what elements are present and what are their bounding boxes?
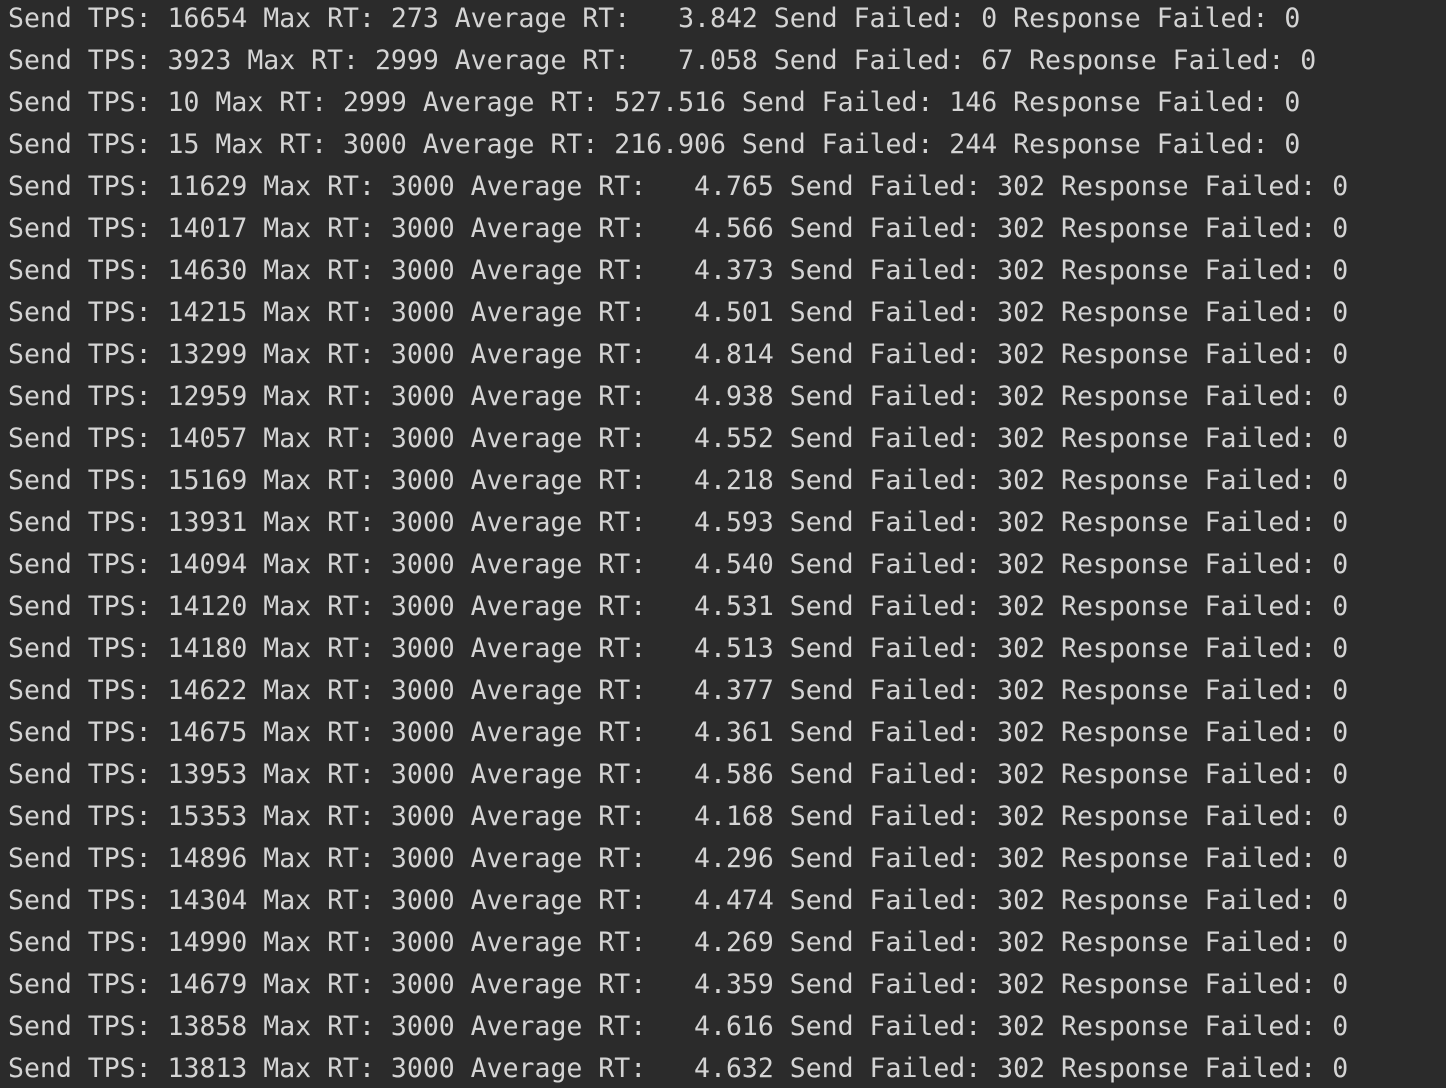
log-line: Send TPS: 14057 Max RT: 3000 Average RT:… [8,423,1349,454]
log-line: Send TPS: 16654 Max RT: 273 Average RT: … [8,3,1301,34]
log-line: Send TPS: 10 Max RT: 2999 Average RT: 52… [8,87,1301,118]
log-line: Send TPS: 3923 Max RT: 2999 Average RT: … [8,45,1317,76]
log-line: Send TPS: 14622 Max RT: 3000 Average RT:… [8,675,1349,706]
log-line: Send TPS: 14017 Max RT: 3000 Average RT:… [8,213,1349,244]
log-line: Send TPS: 14180 Max RT: 3000 Average RT:… [8,633,1349,664]
log-line: Send TPS: 14675 Max RT: 3000 Average RT:… [8,717,1349,748]
log-line: Send TPS: 13813 Max RT: 3000 Average RT:… [8,1053,1349,1084]
log-line: Send TPS: 13931 Max RT: 3000 Average RT:… [8,507,1349,538]
log-line: Send TPS: 11629 Max RT: 3000 Average RT:… [8,171,1349,202]
log-line: Send TPS: 14304 Max RT: 3000 Average RT:… [8,885,1349,916]
log-line: Send TPS: 14896 Max RT: 3000 Average RT:… [8,843,1349,874]
log-line: Send TPS: 14679 Max RT: 3000 Average RT:… [8,969,1349,1000]
log-line: Send TPS: 14630 Max RT: 3000 Average RT:… [8,255,1349,286]
log-line: Send TPS: 13953 Max RT: 3000 Average RT:… [8,759,1349,790]
log-line: Send TPS: 15 Max RT: 3000 Average RT: 21… [8,129,1301,160]
log-line: Send TPS: 15353 Max RT: 3000 Average RT:… [8,801,1349,832]
log-line: Send TPS: 14215 Max RT: 3000 Average RT:… [8,297,1349,328]
log-line: Send TPS: 12959 Max RT: 3000 Average RT:… [8,381,1349,412]
log-line: Send TPS: 13858 Max RT: 3000 Average RT:… [8,1011,1349,1042]
log-line: Send TPS: 14120 Max RT: 3000 Average RT:… [8,591,1349,622]
log-line: Send TPS: 14990 Max RT: 3000 Average RT:… [8,927,1349,958]
log-line: Send TPS: 14094 Max RT: 3000 Average RT:… [8,549,1349,580]
log-line: Send TPS: 13299 Max RT: 3000 Average RT:… [8,339,1349,370]
console-output[interactable]: Send TPS: 16654 Max RT: 273 Average RT: … [0,0,1446,1088]
log-line: Send TPS: 15169 Max RT: 3000 Average RT:… [8,465,1349,496]
